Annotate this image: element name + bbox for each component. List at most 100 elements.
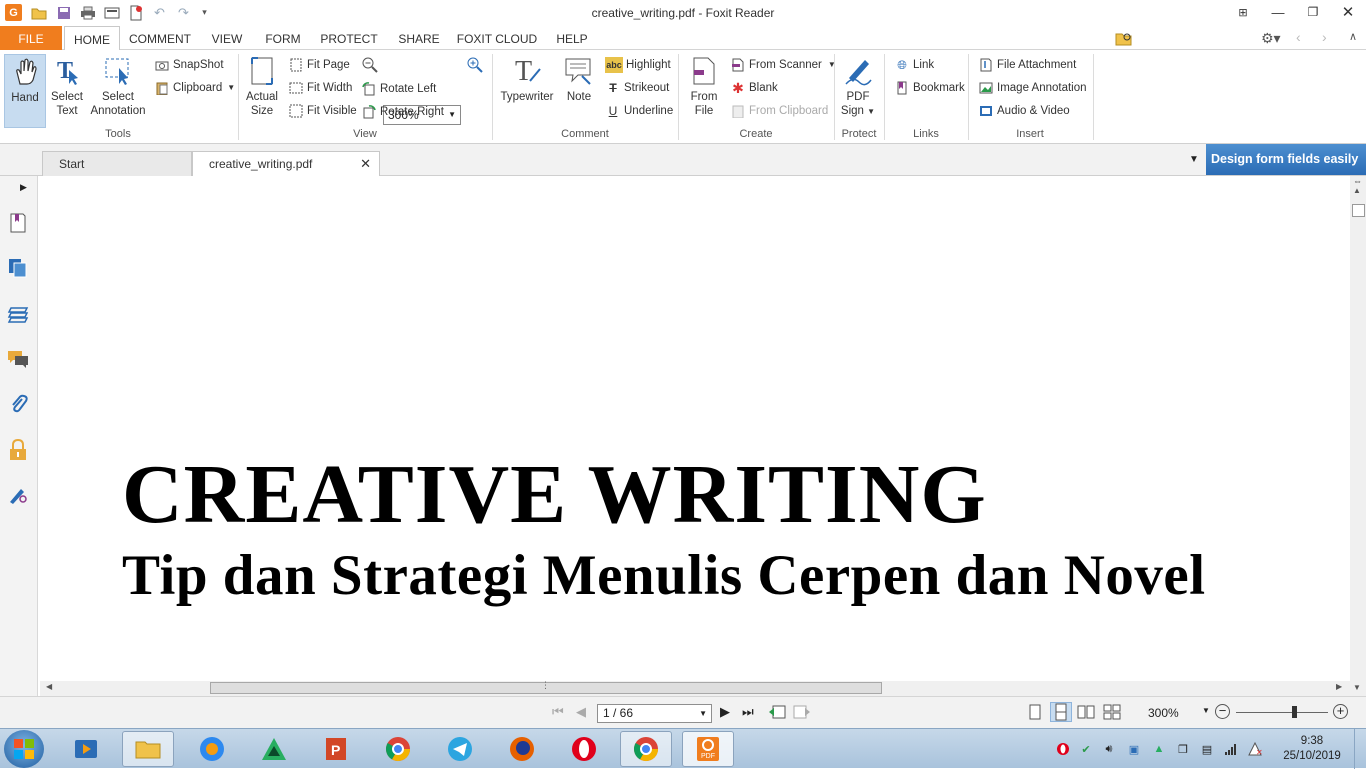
chrome-taskbar-icon[interactable] [372, 731, 424, 767]
restore-button[interactable]: ❐ [1298, 2, 1328, 22]
media-player-taskbar-icon[interactable] [60, 731, 112, 767]
start-button[interactable] [4, 730, 44, 768]
last-page-icon[interactable]: ⏭ [742, 704, 754, 720]
horizontal-scrollbar[interactable]: ◀ ⋮ ▶ [40, 680, 1350, 696]
highlight-button[interactable]: abc Highlight [605, 56, 671, 74]
opera-taskbar-icon[interactable] [558, 731, 610, 767]
scroll-right-icon[interactable]: ▶ [1336, 682, 1342, 691]
comments-panel-icon[interactable] [6, 347, 30, 371]
clipboard-button[interactable]: Clipboard ▼ [154, 79, 235, 97]
select-text-button[interactable]: T Select Text [48, 54, 86, 118]
vertical-scroll-thumb[interactable] [1352, 204, 1365, 217]
image-annotation-button[interactable]: Image Annotation [978, 79, 1087, 97]
zoom-level[interactable]: 300% [1148, 706, 1179, 720]
display-tray-icon[interactable]: ▤ [1199, 741, 1215, 757]
bookmark-button[interactable]: Bookmark [894, 79, 965, 97]
typewriter-button[interactable]: T Typewriter [498, 54, 556, 104]
check-tray-icon[interactable]: ✔ [1078, 741, 1094, 757]
signatures-panel-icon[interactable] [6, 483, 30, 507]
zoom-out-icon[interactable]: − [1215, 704, 1230, 719]
firefox-taskbar-icon[interactable] [496, 731, 548, 767]
fit-page-button[interactable]: Fit Page [288, 56, 350, 74]
tab-comment[interactable]: COMMENT [128, 26, 192, 50]
vertical-scrollbar[interactable]: ⇔ ▲ ▼ [1350, 176, 1366, 696]
file-explorer-taskbar-icon[interactable] [122, 731, 174, 767]
previous-page-icon[interactable]: ◀ [576, 704, 586, 720]
chevron-down-icon[interactable]: ▼ [448, 106, 456, 124]
page-number-field[interactable]: 1 / 66 ▼ [597, 704, 712, 723]
link-button[interactable]: 🌐︎ Link [894, 56, 934, 74]
delta-tray-icon[interactable]: ▲ [1151, 741, 1167, 757]
gear-icon[interactable]: ⚙▾ [1261, 30, 1281, 47]
note-button[interactable]: Note [562, 54, 596, 104]
delta-app-taskbar-icon[interactable] [248, 731, 300, 767]
volume-tray-icon[interactable]: 🔊︎ [1101, 741, 1117, 757]
forward-arrow-icon[interactable]: › [1322, 29, 1327, 45]
chrome-window-taskbar-icon[interactable] [620, 731, 672, 767]
attachments-panel-icon[interactable] [6, 392, 30, 416]
tab-share[interactable]: SHARE [395, 26, 443, 50]
blank-button[interactable]: ✱ Blank [730, 79, 778, 97]
ribbon-display-icon[interactable]: ⊞ [1228, 2, 1258, 22]
single-page-icon[interactable] [1027, 704, 1043, 723]
previous-view-icon[interactable] [768, 704, 786, 723]
snapshot-button[interactable]: SnapShot [154, 56, 224, 74]
pdf-sign-button[interactable]: PDF Sign ▼ [840, 54, 876, 119]
horizontal-scroll-thumb[interactable]: ⋮ [210, 680, 882, 694]
chevron-down-icon[interactable]: ▼ [1202, 706, 1210, 715]
document-view[interactable]: CREATIVE WRITING Tip dan Strategi Menuli… [40, 176, 1350, 681]
browser-taskbar-icon[interactable] [186, 731, 238, 767]
tab-view[interactable]: VIEW [207, 26, 247, 50]
continuous-facing-icon[interactable] [1103, 704, 1121, 723]
security-tray-icon[interactable]: ▣ [1126, 741, 1142, 757]
telegram-taskbar-icon[interactable] [434, 731, 486, 767]
zoom-slider-thumb[interactable] [1292, 706, 1297, 718]
tab-form[interactable]: FORM [262, 26, 304, 50]
tab-start[interactable]: Start [42, 151, 192, 176]
minimize-button[interactable]: — [1263, 2, 1293, 22]
file-attachment-button[interactable]: File Attachment [978, 56, 1076, 74]
clipboard-tray-icon[interactable]: ❐ [1175, 741, 1191, 757]
hand-tool-button[interactable]: Hand [4, 54, 46, 128]
continuous-page-icon[interactable] [1050, 702, 1072, 722]
tab-home[interactable]: HOME [64, 26, 120, 51]
next-page-icon[interactable]: ▶ [720, 704, 730, 720]
bookmarks-panel-icon[interactable] [6, 211, 30, 235]
from-clipboard-button[interactable]: From Clipboard [730, 102, 828, 120]
facing-pages-icon[interactable] [1077, 704, 1095, 723]
first-page-icon[interactable]: ⏮ [552, 704, 564, 720]
scroll-left-icon[interactable]: ◀ [46, 682, 52, 691]
underline-button[interactable]: U Underline [605, 102, 674, 120]
layers-panel-icon[interactable] [6, 303, 30, 327]
back-arrow-icon[interactable]: ‹ [1296, 29, 1301, 45]
opera-tray-icon[interactable] [1055, 741, 1071, 757]
fit-width-button[interactable]: Fit Width [288, 79, 352, 97]
actual-size-button[interactable]: Actual Size [244, 54, 280, 118]
foxit-reader-taskbar-icon[interactable]: PDF [682, 731, 734, 767]
zoom-in-icon[interactable]: + [1333, 704, 1348, 719]
zoom-out-icon[interactable] [361, 56, 379, 74]
powerpoint-taskbar-icon[interactable]: P [310, 731, 362, 767]
scroll-up-icon[interactable]: ▲ [1353, 186, 1361, 195]
promo-banner[interactable]: Design form fields easily [1206, 144, 1366, 175]
action-center-tray-icon[interactable]: ✕ [1247, 741, 1263, 757]
tab-file[interactable]: FILE [0, 26, 62, 50]
zoom-slider-track[interactable] [1236, 712, 1328, 713]
tab-foxit-cloud[interactable]: FOXIT CLOUD [456, 26, 538, 50]
split-handle-icon[interactable]: ⇔ [1353, 176, 1362, 186]
zoom-in-icon[interactable] [466, 56, 484, 74]
tab-help[interactable]: HELP [553, 26, 591, 50]
close-button[interactable]: ✕ [1333, 2, 1363, 22]
audio-video-button[interactable]: Audio & Video [978, 102, 1070, 120]
pages-panel-icon[interactable] [6, 256, 30, 280]
from-scanner-button[interactable]: From Scanner ▼ [730, 56, 836, 74]
tab-list-chevron-icon[interactable]: ▼ [1189, 154, 1199, 165]
security-panel-icon[interactable] [6, 438, 30, 462]
next-view-icon[interactable] [793, 704, 811, 723]
from-file-button[interactable]: From File [686, 54, 722, 118]
rotate-right-button[interactable]: Rotate Right [361, 103, 444, 121]
tab-document[interactable]: creative_writing.pdf ✕ [192, 151, 380, 176]
collapse-ribbon-icon[interactable]: ∧ [1349, 30, 1357, 43]
close-tab-icon[interactable]: ✕ [360, 152, 371, 176]
chevron-down-icon[interactable]: ▼ [699, 705, 707, 722]
